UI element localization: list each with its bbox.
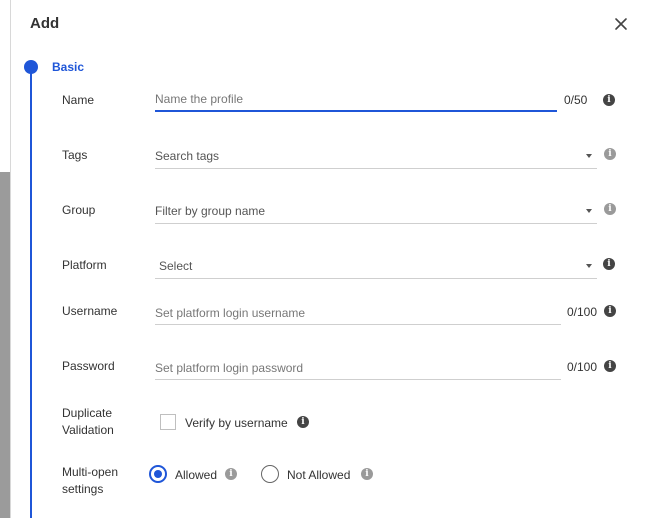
info-icon[interactable]: i bbox=[604, 148, 616, 160]
add-profile-dialog: Add Basic Name 0/50 i Tags Search tags i… bbox=[10, 0, 650, 518]
step-dot bbox=[24, 60, 38, 74]
verify-by-username-checkbox[interactable] bbox=[160, 414, 176, 430]
password-input-wrap bbox=[155, 357, 561, 380]
platform-placeholder: Select bbox=[159, 259, 193, 273]
multiopen-label: Multi-open settings bbox=[62, 464, 118, 498]
step-rail bbox=[30, 66, 32, 518]
info-icon[interactable]: i bbox=[603, 258, 615, 270]
chevron-down-icon bbox=[586, 264, 592, 268]
password-label: Password bbox=[62, 359, 115, 373]
multiopen-not-allowed-radio[interactable] bbox=[261, 465, 279, 483]
multiopen-label-line2: settings bbox=[62, 482, 104, 496]
password-input[interactable] bbox=[155, 357, 561, 379]
username-label: Username bbox=[62, 304, 118, 318]
name-counter: 0/50 bbox=[564, 93, 588, 107]
chevron-down-icon bbox=[586, 209, 592, 213]
tags-select[interactable]: Search tags bbox=[155, 146, 597, 169]
info-icon[interactable]: i bbox=[361, 468, 373, 480]
verify-by-username-label: Verify by username bbox=[185, 416, 288, 430]
name-label: Name bbox=[62, 93, 95, 107]
close-icon[interactable] bbox=[611, 14, 631, 34]
info-icon[interactable]: i bbox=[604, 360, 616, 372]
dialog-title: Add bbox=[30, 15, 60, 32]
username-input[interactable] bbox=[155, 302, 561, 324]
multiopen-allowed-label: Allowed bbox=[175, 468, 218, 482]
duplicate-label-line2: Validation bbox=[62, 423, 114, 437]
username-input-wrap bbox=[155, 302, 561, 325]
info-icon[interactable]: i bbox=[603, 94, 615, 106]
multiopen-allowed-radio[interactable] bbox=[149, 465, 167, 483]
username-counter: 0/100 bbox=[567, 305, 598, 319]
tags-label: Tags bbox=[62, 148, 88, 162]
name-input[interactable] bbox=[155, 88, 557, 110]
tags-placeholder: Search tags bbox=[155, 149, 220, 163]
info-icon[interactable]: i bbox=[604, 203, 616, 215]
group-select[interactable]: Filter by group name bbox=[155, 201, 597, 224]
chevron-down-icon bbox=[586, 154, 592, 158]
info-icon[interactable]: i bbox=[297, 416, 309, 428]
password-counter: 0/100 bbox=[567, 360, 598, 374]
platform-select[interactable]: Select bbox=[155, 256, 597, 279]
name-input-wrap bbox=[155, 88, 557, 112]
platform-label: Platform bbox=[62, 258, 107, 272]
group-label: Group bbox=[62, 203, 96, 217]
section-basic: Basic bbox=[52, 60, 85, 74]
info-icon[interactable]: i bbox=[604, 305, 616, 317]
duplicate-validation-label: Duplicate Validation bbox=[62, 405, 114, 439]
multiopen-not-allowed-label: Not Allowed bbox=[287, 468, 351, 482]
info-icon[interactable]: i bbox=[225, 468, 237, 480]
multiopen-label-line1: Multi-open bbox=[62, 465, 119, 479]
duplicate-label-line1: Duplicate bbox=[62, 406, 113, 420]
group-placeholder: Filter by group name bbox=[155, 204, 266, 218]
